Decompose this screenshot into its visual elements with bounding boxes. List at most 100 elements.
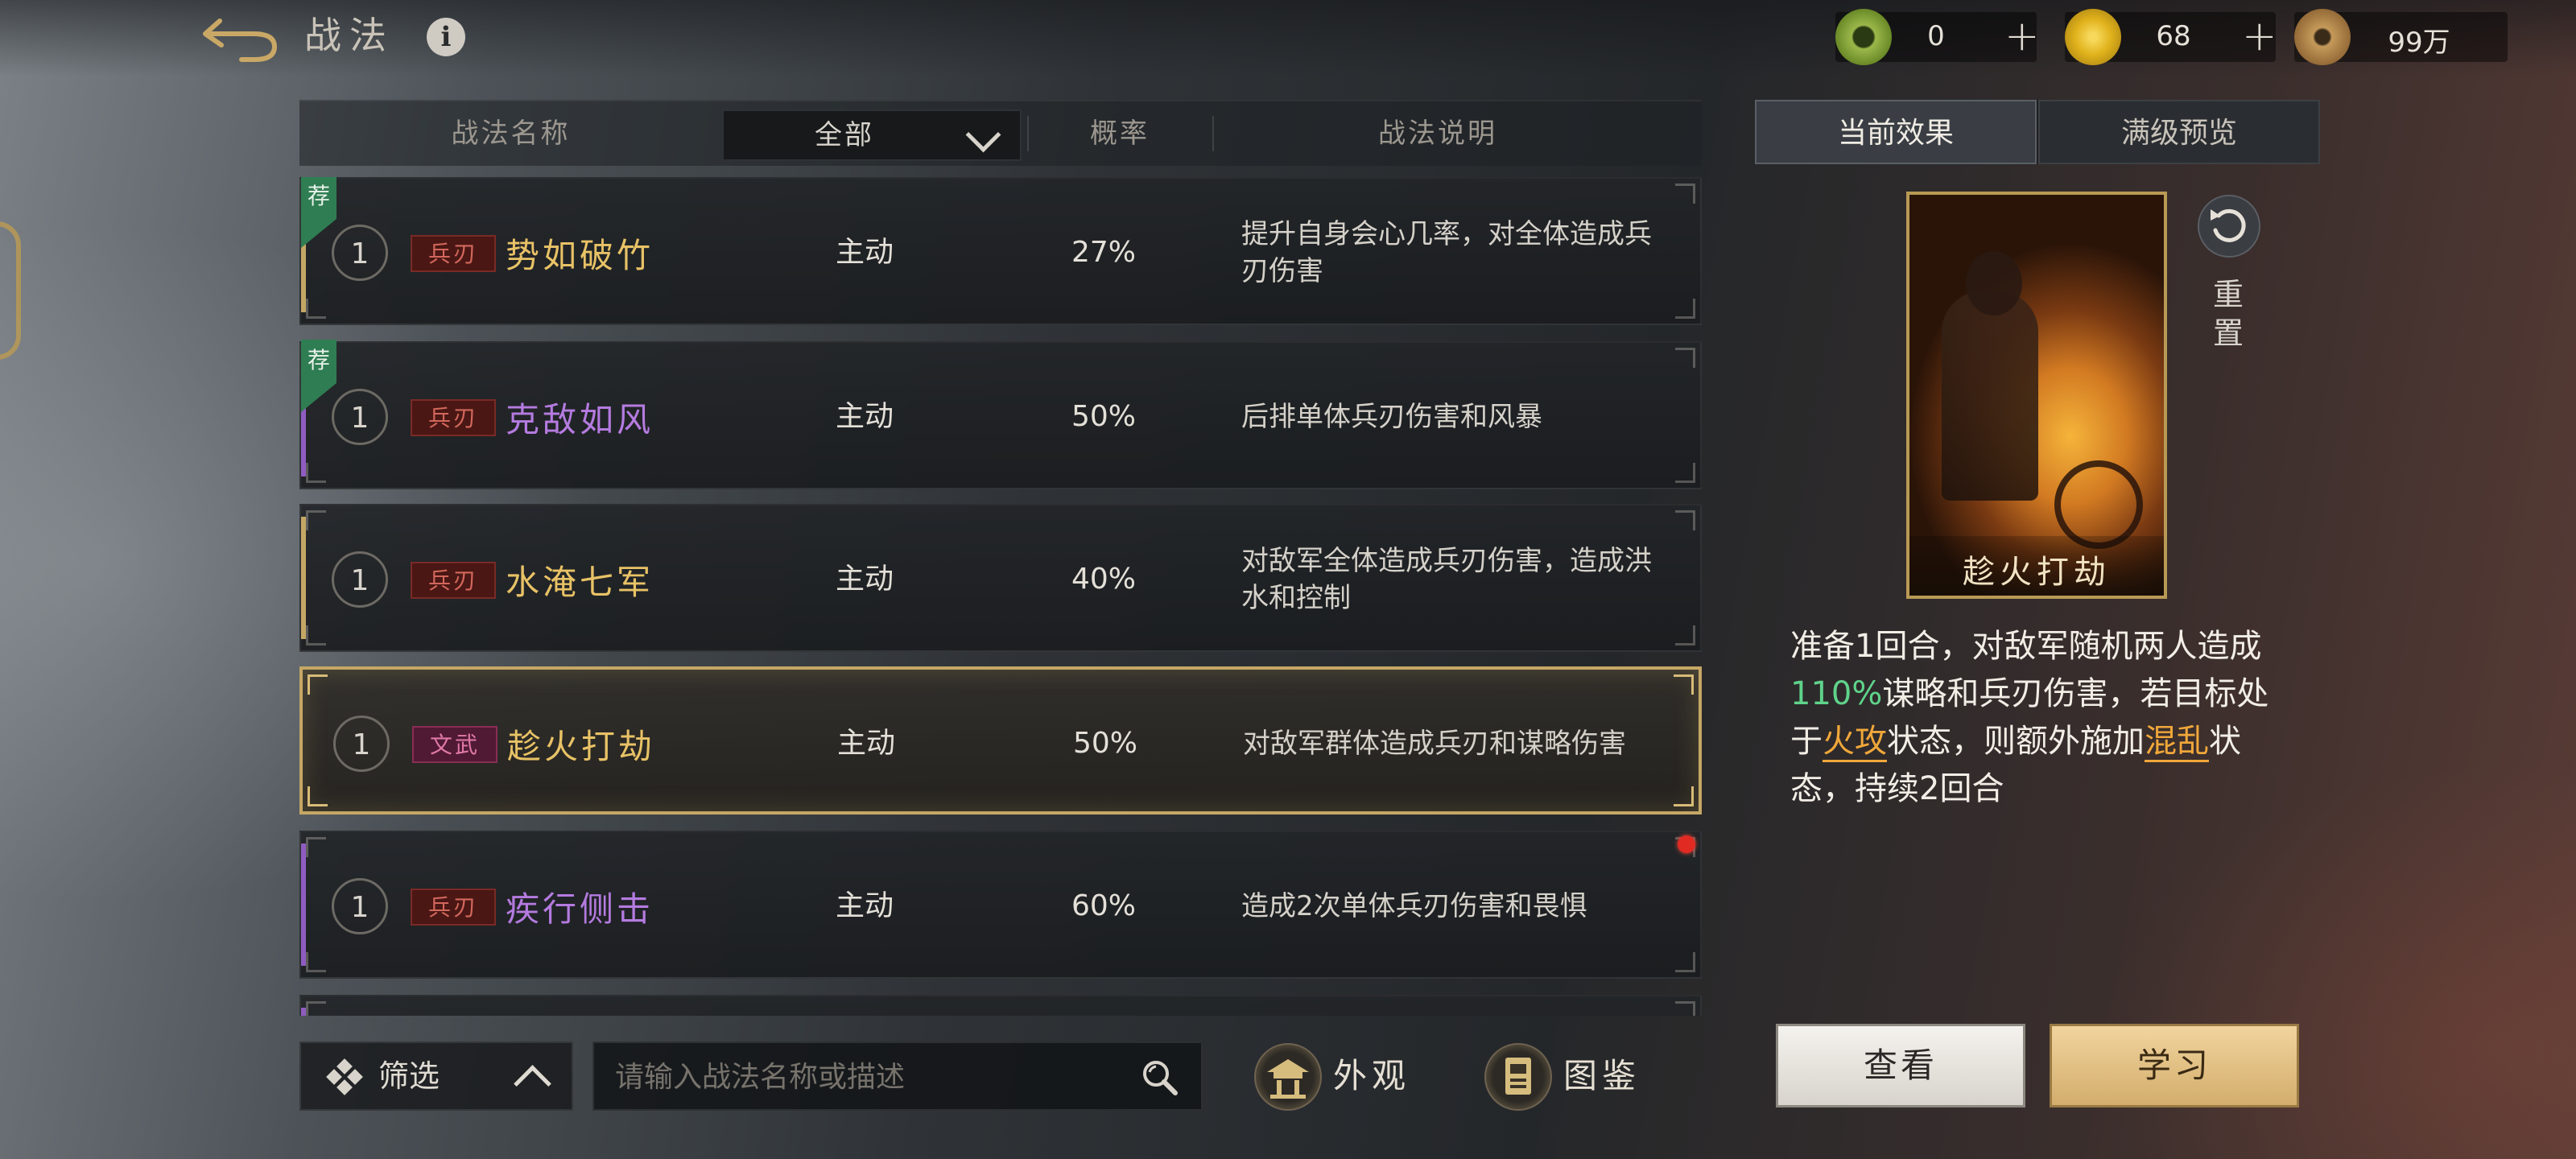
tactic-type: 主动 (835, 400, 894, 433)
card-name: 趁火打劫 (1963, 554, 2111, 591)
info-icon[interactable]: i (427, 18, 465, 56)
tactic-row[interactable]: 荐 1 兵刃 克敌如风 主动 50% 后排单体兵刃伤害和风暴 (299, 340, 1702, 489)
tactic-name: 趁火打劫 (507, 727, 656, 766)
handbook-label: 图鉴 (1563, 1056, 1641, 1095)
row-corner (1675, 1001, 1695, 1016)
tactic-name: 疾行侧击 (506, 889, 654, 929)
tactic-card: 趁火打劫 (1906, 192, 2167, 599)
add-jade-button[interactable]: + (2004, 15, 2040, 57)
top-bar: 战法 i 0 + 68 + 99万 (0, 0, 2576, 76)
category-filter-value: 全部 (815, 119, 874, 151)
tactic-description: 造成2次单体兵刃伤害和畏惧 (1241, 890, 1587, 922)
tactic-row[interactable]: 1 兵刃 疾行侧击 主动 60% 造成2次单体兵刃伤害和畏惧 (299, 831, 1702, 979)
appearance-button[interactable]: 外观 (1254, 1038, 1431, 1114)
tactic-type: 主动 (835, 563, 894, 596)
level-badge: 1 (332, 389, 388, 445)
handbook-icon (1484, 1043, 1552, 1111)
gold-coin-icon (2065, 9, 2121, 65)
chevron-up-icon (514, 1065, 551, 1103)
appearance-label: 外观 (1333, 1056, 1411, 1095)
search-icon[interactable] (1140, 1058, 1179, 1096)
copper-coin-icon (2294, 9, 2351, 65)
column-name-header: 战法名称 (451, 118, 571, 150)
tab-max-level-preview[interactable]: 满级预览 (2038, 100, 2320, 164)
jade-coin-icon (1835, 9, 1892, 65)
row-corner (306, 625, 326, 645)
pavilion-icon (1254, 1043, 1322, 1111)
tactic-rate: 27% (1071, 236, 1136, 269)
row-corner (1675, 463, 1695, 483)
tactic-row[interactable]: 荐 1 兵刃 势如破竹 主动 27% 提升自身会心几率，对全体造成兵刃伤害 (299, 177, 1702, 325)
row-corner (306, 510, 326, 530)
side-hex-frame (0, 221, 21, 360)
tab-current-effect[interactable]: 当前效果 (1755, 100, 2037, 164)
damage-type-tag: 兵刃 (411, 562, 496, 599)
tactic-name: 克敌如风 (506, 400, 654, 439)
add-gold-button[interactable]: + (2242, 15, 2277, 57)
list-header: 战法名称 全部 概率 战法说明 (299, 100, 1702, 166)
filter-button[interactable]: 筛选 (299, 1041, 573, 1111)
card-figure-art (1942, 291, 2038, 501)
learn-button[interactable]: 学习 (2050, 1024, 2299, 1107)
currency-value: 99万 (2388, 27, 2450, 59)
row-corner (306, 463, 326, 483)
tactic-rate: 50% (1072, 727, 1137, 760)
tactic-type: 主动 (836, 727, 895, 760)
rarity-edge (301, 843, 306, 966)
chevron-down-icon (965, 117, 1001, 153)
tactic-type: 主动 (835, 236, 894, 269)
damage-type-tag: 兵刃 (411, 399, 496, 436)
tactic-row[interactable]: 1 兵刃 水淹七军 主动 40% 对敌军全体造成兵刃伤害，造成洪水和控制 (299, 504, 1702, 652)
row-corner (1675, 299, 1695, 319)
damage-type-tag: 文武 (412, 726, 497, 763)
back-arrow-icon[interactable] (197, 16, 282, 64)
row-corner (306, 1001, 326, 1016)
row-corner (306, 299, 326, 319)
row-corner (1675, 184, 1695, 204)
reset-icon (2198, 195, 2260, 258)
row-corner (1675, 952, 1695, 972)
tactic-rate: 40% (1071, 563, 1136, 596)
currency-value: 0 (1927, 20, 1945, 52)
currency-copper: 99万 (2294, 9, 2508, 65)
tactic-rate: 50% (1071, 400, 1136, 433)
tactic-rate: 60% (1071, 889, 1136, 922)
tactic-name: 势如破竹 (506, 236, 654, 275)
tactic-list[interactable]: 荐 1 兵刃 势如破竹 主动 27% 提升自身会心几率，对全体造成兵刃伤害 荐 … (299, 177, 1702, 1016)
search-input[interactable] (613, 1043, 1132, 1111)
rarity-edge (301, 517, 306, 639)
level-badge: 1 (332, 878, 388, 934)
row-corner (1674, 786, 1694, 806)
tactic-row-selected[interactable]: 1 文武 趁火打劫 主动 50% 对敌军群体造成兵刃和谋略伤害 (299, 666, 1702, 815)
view-button[interactable]: 查看 (1776, 1024, 2025, 1107)
recommended-badge: 荐 (301, 340, 336, 412)
search-box (592, 1041, 1203, 1111)
currency-jade: 0 + (1835, 9, 2040, 65)
row-corner (1674, 674, 1694, 695)
keyword-fire-attack[interactable]: 火攻 (1823, 723, 1887, 762)
row-corner (306, 837, 326, 857)
level-badge: 1 (332, 225, 388, 281)
category-filter-dropdown[interactable]: 全部 (722, 109, 1022, 161)
reset-label: 重置 (2212, 277, 2244, 351)
tactic-row-partial[interactable] (299, 995, 1702, 1016)
card-figure-head (1966, 251, 2022, 316)
row-corner (308, 674, 328, 695)
detail-tabs: 当前效果 满级预览 (1755, 100, 2320, 164)
effect-description: 准备1回合，对敌军随机两人造成110%谋略和兵刃伤害，若目标处于火攻状态，则额外… (1790, 628, 2269, 807)
row-corner (1675, 348, 1695, 368)
tactic-description: 对敌军群体造成兵刃和谋略伤害 (1243, 728, 1626, 760)
row-corner (306, 952, 326, 972)
keyword-confusion[interactable]: 混乱 (2145, 723, 2209, 762)
handbook-button[interactable]: 图鉴 (1484, 1038, 1662, 1114)
damage-type-tag: 兵刃 (411, 889, 496, 926)
currency-value: 68 (2156, 20, 2191, 52)
damage-type-tag: 兵刃 (411, 235, 496, 272)
level-badge: 1 (333, 716, 390, 772)
tactic-type: 主动 (835, 889, 894, 922)
effect-percent: 110% (1790, 675, 1883, 712)
reset-button[interactable]: 重置 (2198, 195, 2260, 356)
page-title: 战法 (304, 14, 394, 57)
row-corner (1675, 625, 1695, 645)
column-desc-header: 战法说明 (1378, 118, 1497, 150)
